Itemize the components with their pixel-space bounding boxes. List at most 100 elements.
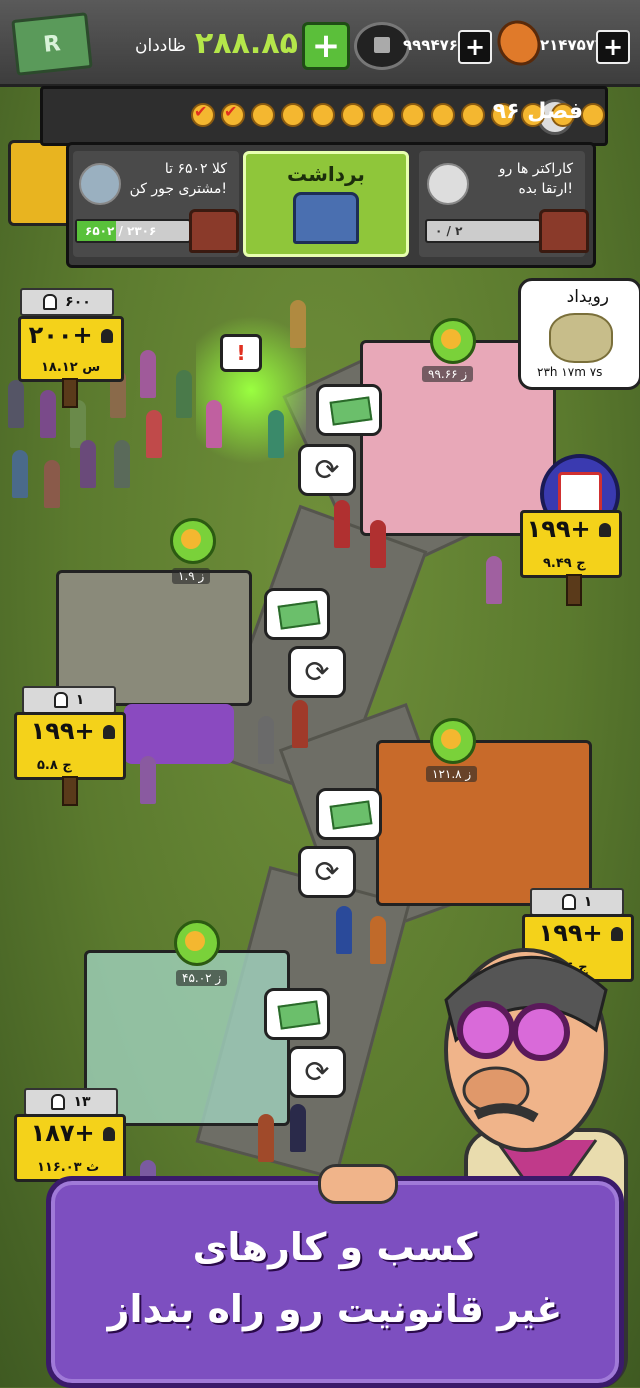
quest-upgrade[interactable]: کاراکتر ها رو ارتقا بده! ۰ / ۲ [419, 151, 589, 257]
npc [140, 350, 156, 398]
refresh-bubble[interactable]: ⟳ [298, 846, 356, 898]
add-coin-button[interactable]: + [458, 30, 492, 64]
honey-capacity: ۱ [75, 692, 85, 708]
person-icon [103, 725, 115, 739]
sign-post [566, 574, 582, 606]
npc [44, 460, 60, 508]
npc [290, 300, 306, 348]
person-outline-icon [51, 1094, 66, 1110]
refresh-bubble[interactable]: ⟳ [298, 444, 356, 496]
person-outline-icon [43, 294, 58, 310]
cash-register-icon [79, 163, 121, 205]
npc [292, 700, 308, 748]
beauty-capacity: ۶۰۰ [65, 294, 91, 310]
season-dot [341, 103, 365, 127]
collect-cash-bubble[interactable] [316, 788, 382, 840]
quest-customers-progress: ۶۵۰۲ / ۲۳۰۶ [75, 219, 191, 243]
alert-icon[interactable]: ! [220, 334, 262, 372]
quest-upgrade-line2: ارتقا بده! [518, 181, 573, 197]
honey-bonus: ۱۹۹+ [31, 717, 115, 745]
beauty-income: ۱۸.۱۲ س [41, 360, 101, 375]
npc [334, 500, 350, 548]
npc [206, 400, 222, 448]
promo-banner: کسب و کارهای غیر قانونیت رو راه بنداز [46, 1176, 624, 1388]
npc [258, 716, 274, 764]
greenhouse-capacity: ۱۳ [73, 1094, 91, 1110]
quest-upgrade-progress: ۰ / ۲ [425, 219, 541, 243]
coin-icon [354, 22, 410, 70]
refresh-bubble[interactable]: ⟳ [288, 646, 346, 698]
quest-customers-text: کلا ۶۵۰۲ تا مشتری جور کن! [130, 159, 227, 199]
sign-post [62, 776, 78, 806]
person-outline-icon [561, 894, 576, 910]
beauty-bonus-value: ۲۰۰+ [28, 321, 93, 349]
flower-bed [124, 704, 234, 764]
casino-income-icon[interactable] [430, 718, 476, 764]
greenhouse-bonus: ۱۸۷+ [31, 1119, 115, 1147]
beauty-bonus-sign[interactable]: ۲۰۰+ ۱۸.۱۲ س [18, 316, 124, 382]
greenhouse-bonus-value: ۱۸۷+ [30, 1119, 95, 1147]
skull-event-icon [549, 313, 613, 363]
quest-upgrade-progress-text: ۰ / ۲ [435, 224, 463, 238]
person-icon [101, 329, 113, 343]
collect-cash-bubble[interactable] [316, 384, 382, 436]
season-dot [311, 103, 335, 127]
honey-income: ۵.۸ ج [37, 758, 72, 773]
npc [370, 520, 386, 568]
honey-bonus-value: ۱۹۹+ [30, 717, 95, 745]
salon-income: ۹.۴۹ ج [543, 556, 586, 571]
person-icon [103, 1127, 115, 1141]
npc [268, 410, 284, 458]
npc [290, 1104, 306, 1152]
add-candy-button[interactable]: + [596, 30, 630, 64]
casino-capacity: ۱ [583, 894, 593, 910]
season-dot-completed [191, 103, 215, 127]
candy-value: ۲۱۴۷۵۷۷ [540, 36, 605, 54]
salon-income-icon[interactable] [430, 318, 476, 364]
greenhouse-income-icon[interactable] [174, 920, 220, 966]
character-avatar-icon [427, 163, 469, 205]
beauty-capacity-sign: ۶۰۰ [20, 288, 114, 316]
npc [12, 450, 28, 498]
collect-cash-bubble[interactable] [264, 988, 330, 1040]
event-title: رویداد [566, 287, 609, 307]
salon-bonus-sign[interactable]: ۱۹۹+ ۹.۴۹ ج [520, 510, 622, 578]
honey-bonus-sign[interactable]: ۱۹۹+ ۵.۸ ج [14, 712, 126, 780]
honey-income-label: ۱.۹ ز [172, 568, 211, 584]
season-dot [431, 103, 455, 127]
salon-bonus: ۱۹۹+ [527, 515, 611, 543]
season-progress[interactable]: فصل ۹۶ [40, 86, 608, 146]
refresh-bubble[interactable]: ⟳ [288, 1046, 346, 1098]
season-dot [371, 103, 395, 127]
season-label: فصل ۹۶ [492, 99, 583, 124]
npc [8, 380, 24, 428]
npc [114, 440, 130, 488]
money-value: ۲۸۸.۸۵ [195, 26, 298, 61]
npc [146, 410, 162, 458]
npc [258, 1114, 274, 1162]
season-dot [251, 103, 275, 127]
event-bubble[interactable]: رویداد ۲۳h ۱۷m ۷s [518, 278, 640, 390]
collect-button[interactable]: برداشت [243, 151, 409, 257]
salon-bonus-value: ۱۹۹+ [526, 515, 591, 543]
quest-customers[interactable]: کلا ۶۵۰۲ تا مشتری جور کن! ۶۵۰۲ / ۲۳۰۶ [73, 151, 239, 257]
collect-label: برداشت [287, 162, 365, 186]
honey-income-icon[interactable] [170, 518, 216, 564]
npc [140, 756, 156, 804]
quest-upgrade-text: کاراکتر ها رو ارتقا بده! [499, 159, 573, 199]
npc [336, 906, 352, 954]
person-icon [599, 523, 611, 537]
season-dot [581, 103, 605, 127]
add-money-button[interactable]: + [302, 22, 350, 70]
money-unit-label: ظاددان [135, 36, 187, 56]
person-outline-icon [53, 692, 68, 708]
quest-customers-line1: کلا ۶۵۰۲ تا [164, 161, 227, 177]
casino-building[interactable] [376, 740, 592, 906]
season-dot [461, 103, 485, 127]
collect-cash-bubble[interactable] [264, 588, 330, 640]
season-dot [281, 103, 305, 127]
greenhouse-capacity-sign: ۱۳ [24, 1088, 118, 1116]
greenhouse-bonus-sign[interactable]: ۱۸۷+ ۱۱۶.۰۳ ث [14, 1114, 126, 1182]
npc [40, 390, 56, 438]
banner-line-2: غیر قانونیت رو راه بنداز [107, 1287, 563, 1331]
